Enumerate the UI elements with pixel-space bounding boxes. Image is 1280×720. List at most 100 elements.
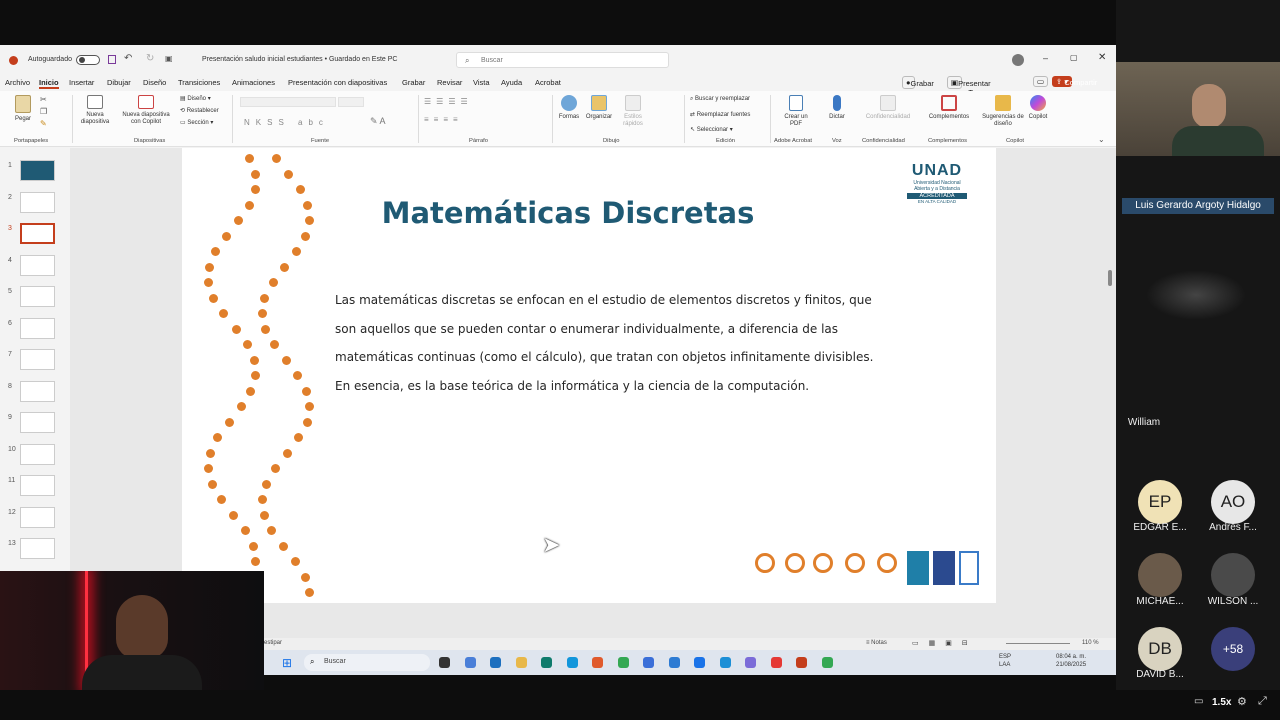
taskbar-app-icon[interactable]: [668, 657, 680, 668]
avatar-andres[interactable]: AO: [1211, 480, 1255, 524]
paste-button[interactable]: Pegar: [12, 95, 34, 123]
slide-thumbnail[interactable]: [20, 380, 55, 402]
cut-icon[interactable]: ✂: [40, 95, 47, 104]
tab-presentacion[interactable]: Presentación con diapositivas: [288, 78, 387, 87]
taskbar-app-icon[interactable]: [694, 657, 705, 668]
vertical-scrollbar[interactable]: [1108, 270, 1112, 286]
tab-acrobat[interactable]: Acrobat: [535, 78, 561, 87]
autosave-toggle[interactable]: [76, 55, 100, 65]
taskbar-app-icon[interactable]: [592, 657, 603, 668]
align-icons[interactable]: ≡≡≡≡: [424, 115, 463, 124]
share-button[interactable]: ⇪ Compartir ▾: [1052, 76, 1097, 87]
slide-thumbnail[interactable]: [20, 254, 55, 276]
slide-thumbnail[interactable]: [20, 349, 55, 370]
taskbar-app-icon[interactable]: [643, 657, 654, 668]
view-buttons[interactable]: ▭▦▣⊟: [912, 639, 978, 647]
font-color-icon[interactable]: ✎ A: [370, 116, 386, 127]
slide-thumbnail[interactable]: [20, 412, 55, 433]
settings-icon[interactable]: ⚙: [1237, 695, 1247, 708]
taskbar-app-icon[interactable]: [439, 657, 450, 668]
select-button[interactable]: ↖ Seleccionar ▾: [690, 126, 733, 133]
quick-styles-button[interactable]: Estilos rápidos: [617, 95, 649, 128]
confidentiality-button[interactable]: Confidencialidad: [858, 95, 918, 121]
slide-thumbnail[interactable]: [20, 191, 55, 213]
tab-insertar[interactable]: Insertar: [69, 78, 94, 87]
section-button[interactable]: ▭ Sección ▾: [180, 119, 213, 126]
format-painter-icon[interactable]: ✎: [40, 119, 47, 128]
tab-animaciones[interactable]: Animaciones: [232, 78, 275, 87]
shapes-button[interactable]: Formas: [556, 95, 582, 121]
captions-icon[interactable]: ▭: [1194, 696, 1203, 707]
taskbar-app-icon[interactable]: [796, 657, 807, 668]
windows-start-icon[interactable]: ⊞: [282, 656, 292, 670]
replace-fonts-button[interactable]: ⇄ Reemplazar fuentes: [690, 111, 750, 118]
language-indicator[interactable]: ESP LAA: [999, 653, 1011, 669]
taskbar-app-icon[interactable]: [745, 657, 756, 668]
taskbar-app-icon[interactable]: [770, 657, 782, 668]
minimize-icon[interactable]: –: [1043, 53, 1048, 63]
collapse-ribbon-icon[interactable]: ⌄: [1098, 135, 1105, 144]
find-replace-button[interactable]: ⌕ Buscar y reemplazar: [690, 96, 750, 103]
taskbar-app-icon[interactable]: [464, 657, 476, 668]
record-button[interactable]: ● Grabar: [902, 76, 934, 89]
new-slide-copilot-button[interactable]: Nueva diapositiva con Copilot: [117, 95, 175, 126]
tab-vista[interactable]: Vista: [473, 78, 490, 87]
slide-thumbnail[interactable]: [20, 443, 55, 465]
zoom-slider[interactable]: [1006, 643, 1070, 644]
taskbar-search[interactable]: ⌕ Buscar: [304, 654, 430, 671]
slide-thumbnail[interactable]: [20, 223, 55, 244]
customize-icon[interactable]: ▣: [165, 54, 173, 63]
slide-thumbnail[interactable]: [20, 160, 55, 181]
taskbar-app-icon[interactable]: [566, 657, 578, 668]
tab-revisar[interactable]: Revisar: [437, 78, 462, 87]
tab-transiciones[interactable]: Transiciones: [178, 78, 220, 87]
copy-icon[interactable]: ❐: [40, 107, 47, 116]
addins-button[interactable]: Complementos: [924, 95, 974, 121]
maximize-icon[interactable]: ▢: [1070, 53, 1078, 62]
more-participants-button[interactable]: +58: [1211, 627, 1255, 671]
slide-title[interactable]: Matemáticas Discretas: [182, 196, 954, 230]
avatar-david[interactable]: DB: [1138, 627, 1182, 671]
slide-canvas[interactable]: Matemáticas Discretas Las matemáticas di…: [182, 148, 996, 603]
tab-ayuda[interactable]: Ayuda: [501, 78, 522, 87]
design-ideas-button[interactable]: Sugerencias de diseño: [982, 95, 1024, 128]
comments-icon[interactable]: ▭: [1033, 76, 1049, 87]
slide-thumbnail[interactable]: [20, 538, 55, 559]
search-box[interactable]: ⌕ Buscar: [456, 52, 669, 68]
notes-button[interactable]: ≡ Notas: [866, 640, 887, 646]
taskbar-app-icon[interactable]: [617, 657, 629, 668]
font-size-select[interactable]: [338, 97, 364, 107]
save-icon[interactable]: [108, 55, 116, 64]
tab-dibujar[interactable]: Dibujar: [107, 78, 131, 87]
avatar-michael[interactable]: [1138, 553, 1182, 597]
slide-thumbnail[interactable]: [20, 506, 55, 528]
avatar-wilson[interactable]: [1211, 553, 1255, 597]
zoom-level[interactable]: 110 %: [1082, 640, 1099, 646]
taskbar-app-icon[interactable]: [515, 657, 527, 668]
reset-button[interactable]: ⟲ Restablecer: [180, 107, 219, 114]
arrange-button[interactable]: Organizar: [584, 95, 614, 121]
redo-icon[interactable]: ↻: [146, 53, 154, 64]
fullscreen-icon[interactable]: ⤢: [1258, 695, 1267, 708]
account-avatar[interactable]: [1012, 54, 1024, 66]
new-slide-button[interactable]: Nueva diapositiva: [76, 95, 114, 126]
copilot-button[interactable]: Copilot: [1024, 95, 1052, 121]
avatar-edgar[interactable]: EP: [1138, 480, 1182, 524]
layout-button[interactable]: ▤ Diseño ▾: [180, 95, 211, 102]
slide-thumbnail[interactable]: [20, 475, 55, 496]
speed-label[interactable]: 1.5x: [1212, 697, 1231, 708]
slide-thumbnail[interactable]: [20, 286, 55, 307]
taskbar-app-icon[interactable]: [821, 657, 833, 668]
tab-archivo[interactable]: Archivo: [5, 78, 30, 87]
present-teams-button[interactable]: ▣ Presentar en Teams: [947, 76, 991, 97]
undo-icon[interactable]: ↶: [124, 53, 132, 64]
list-icons[interactable]: ☰☰☰☰: [424, 97, 473, 106]
slide-thumbnail[interactable]: [20, 317, 55, 339]
close-icon[interactable]: ✕: [1098, 52, 1106, 63]
clock[interactable]: 08:04 a. m. 21/08/2025: [1056, 653, 1086, 669]
document-title[interactable]: Presentación saludo inicial estudiantes …: [202, 56, 397, 63]
taskbar-app-icon[interactable]: [719, 657, 731, 668]
tab-grabar[interactable]: Grabar: [402, 78, 425, 87]
create-pdf-button[interactable]: Crear un PDF: [780, 95, 812, 128]
tab-inicio[interactable]: Inicio: [39, 78, 59, 89]
